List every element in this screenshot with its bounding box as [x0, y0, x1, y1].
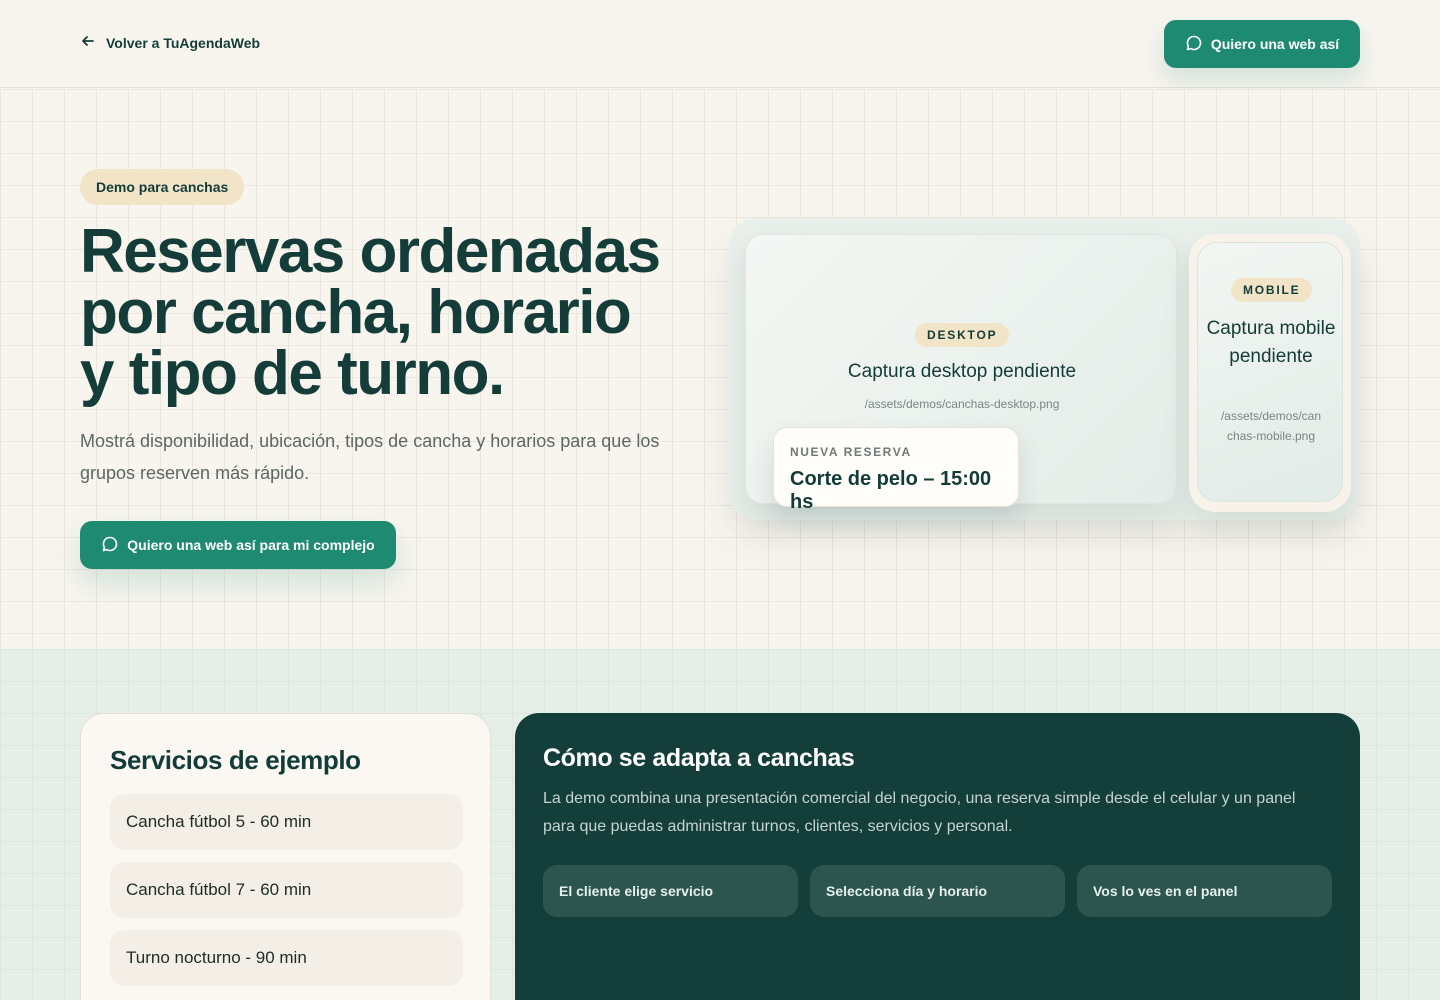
hero-cta-label: Quiero una web así para mi complejo — [127, 537, 375, 553]
demo-badge: Demo para canchas — [80, 169, 245, 205]
hero-cta-button[interactable]: Quiero una web así para mi complejo — [80, 521, 396, 569]
back-link-label: Volver a TuAgendaWeb — [106, 34, 261, 51]
service-item: Cancha fútbol 7 - 60 min — [110, 862, 463, 918]
hero-title: Reservas ordenadas por cancha, horario y… — [80, 221, 700, 405]
desktop-placeholder-path: /assets/demos/canchas-desktop.png — [864, 397, 1060, 411]
new-reservation-card: NUEVA RESERVA Corte de pelo – 15:00 hs — [773, 427, 1019, 513]
new-reservation-label: NUEVA RESERVA — [790, 445, 912, 459]
arrow-left-icon — [80, 33, 96, 52]
chat-bubble-icon — [101, 535, 119, 556]
how-title: Cómo se adapta a canchas — [543, 744, 855, 772]
service-item: Cancha fútbol 5 - 60 min — [110, 794, 463, 850]
how-it-adapts-card: Cómo se adapta a canchas La demo combina… — [515, 713, 1360, 1000]
desktop-screenshot-placeholder: DESKTOP Captura desktop pendiente /asset… — [745, 234, 1177, 513]
mobile-pill: MOBILE — [1231, 278, 1313, 302]
how-description: La demo combina una presentación comerci… — [543, 790, 1296, 835]
details-section: Servicios de ejemplo Cancha fútbol 5 - 6… — [0, 649, 1440, 1000]
desktop-placeholder-title: Captura desktop pendiente — [847, 361, 1077, 382]
contact-cta-button[interactable]: Quiero una web así — [1164, 20, 1360, 68]
top-navigation: Volver a TuAgendaWeb Quiero una web así — [0, 0, 1440, 88]
step-chip: El cliente elige servicio — [543, 865, 798, 917]
mobile-placeholder-title: Captura mobile pendiente — [1206, 318, 1336, 367]
services-card: Servicios de ejemplo Cancha fútbol 5 - 6… — [80, 713, 491, 1000]
screenshot-mockup: DESKTOP Captura desktop pendiente /asset… — [729, 218, 1360, 520]
desktop-pill: DESKTOP — [915, 323, 1010, 347]
hero-description: Mostrá disponibilidad, ubicación, tipos … — [80, 431, 660, 483]
contact-cta-label: Quiero una web así — [1210, 36, 1340, 52]
back-link[interactable]: Volver a TuAgendaWeb — [80, 33, 260, 52]
hero-title-line: Reservas ordenadas — [80, 217, 661, 286]
mobile-screenshot-placeholder: MOBILE Captura mobile pendiente /assets/… — [1197, 242, 1343, 502]
step-chip: Selecciona día y horario — [810, 865, 1065, 917]
hero-section: Demo para canchas Reservas ordenadas por… — [0, 89, 1440, 649]
hero-title-line: y tipo de turno. — [80, 339, 505, 408]
new-reservation-value: Corte de pelo – 15:00 hs — [790, 468, 992, 513]
chat-bubble-icon — [1185, 34, 1203, 55]
service-item: Turno nocturno - 90 min — [110, 930, 463, 986]
mobile-placeholder-path: /assets/demos/canchas-mobile.png — [1220, 409, 1322, 443]
services-title: Servicios de ejemplo — [110, 745, 361, 775]
hero-title-line: por cancha, horario — [80, 278, 632, 347]
mobile-screenshot-frame: MOBILE Captura mobile pendiente /assets/… — [1189, 234, 1351, 512]
step-chip: Vos lo ves en el panel — [1077, 865, 1332, 917]
